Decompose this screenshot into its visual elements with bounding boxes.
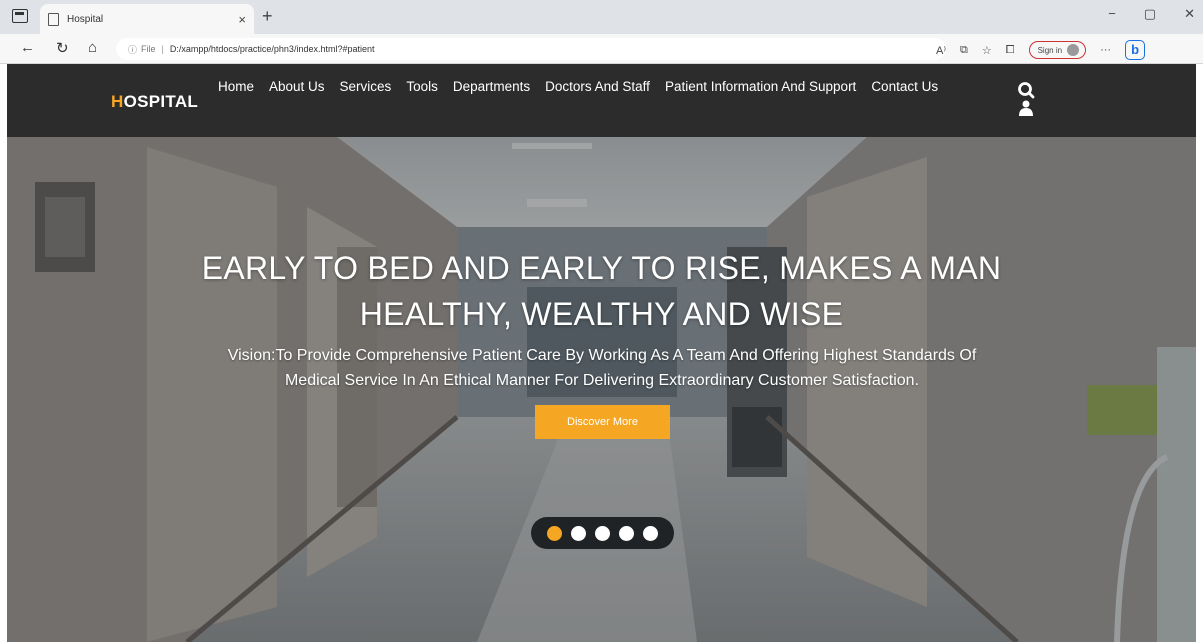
nav-contact-us[interactable]: Contact Us [871,78,938,95]
nav-tools[interactable]: Tools [406,78,438,95]
logo-text: OSPITAL [123,92,199,111]
browser-tab-bar: Hospital × + − ▢ ✕ [0,0,1203,34]
url-separator: | [161,44,164,54]
new-tab-icon[interactable]: + [262,6,273,27]
browser-toolbar: A⁾ ⧉ ☆ ⧠ Sign in ··· b [936,40,1146,60]
nav-home[interactable]: Home [218,78,254,95]
hero-vision-line-1: Vision:To Provide Comprehensive Patient … [227,347,977,364]
page-icon [48,12,59,26]
tab-close-icon[interactable]: × [238,12,246,27]
url-text[interactable]: D:/xampp/htdocs/practice/phn3/index.html… [170,44,375,54]
sign-in-label: Sign in [1037,45,1063,55]
tab-title: Hospital [67,13,104,25]
address-bar-row: ← ↻ ⌂ ⓘ File | D:/xampp/htdocs/practice/… [0,34,1203,64]
site-logo[interactable]: HOSPITAL [111,92,198,112]
nav-doctors-and-staff[interactable]: Doctors And Staff [545,78,650,95]
hero-title-line-1: EARLY TO BED AND EARLY TO RISE, MAKES A … [201,250,1002,286]
hero-title-line-2: HEALTHY, WEALTHY AND WISE [359,296,844,332]
collections-icon[interactable]: ⧠ [1006,44,1015,57]
bing-icon[interactable]: b [1125,40,1146,60]
read-aloud-icon[interactable]: A⁾ [936,44,946,57]
slider-dot-3[interactable] [595,525,610,541]
url-scheme: File [141,44,156,54]
site-info-icon[interactable]: ⓘ [128,43,137,56]
logo-accent-letter: H [111,92,124,111]
hero-vision-line-2: Medical Service In An Ethical Manner For… [284,372,920,389]
window-controls: − ▢ ✕ [1108,6,1195,22]
slider-dot-2[interactable] [571,525,586,541]
more-icon[interactable]: ··· [1100,44,1111,56]
site-header: HOSPITAL Home About Us Services Tools De… [7,64,1196,137]
back-icon[interactable]: ← [20,39,35,56]
minimize-icon[interactable]: − [1108,6,1116,22]
hero-vision-text: Vision:To Provide Comprehensive Patient … [107,343,1097,393]
nav-patient-information[interactable]: Patient Information And Support [665,78,856,95]
slider-dot-1[interactable] [547,525,562,541]
nav-about-us[interactable]: About Us [269,78,325,95]
main-nav: Home About Us Services Tools Departments… [218,78,978,95]
sign-in-button[interactable]: Sign in [1028,41,1087,59]
refresh-icon[interactable]: ↻ [56,39,69,57]
browser-tab[interactable]: Hospital × [40,4,254,34]
hero-title: EARLY TO BED AND EARLY TO RISE, MAKES A … [7,245,1196,337]
slider-dot-4[interactable] [619,525,634,541]
slider-dots [531,517,674,549]
app-available-icon[interactable]: ⧉ [960,44,968,57]
discover-more-button[interactable]: Discover More [535,405,670,439]
close-window-icon[interactable]: ✕ [1184,6,1195,22]
favorites-icon[interactable]: ☆ [982,44,992,57]
web-page: HOSPITAL Home About Us Services Tools De… [7,64,1196,642]
nav-services[interactable]: Services [340,78,392,95]
slider-dot-5[interactable] [643,525,658,541]
hero-slider: EARLY TO BED AND EARLY TO RISE, MAKES A … [7,137,1196,642]
address-bar[interactable]: ⓘ File | D:/xampp/htdocs/practice/phn3/i… [116,38,946,60]
user-search-icon[interactable] [1017,82,1035,120]
avatar-icon [1067,44,1080,56]
home-icon[interactable]: ⌂ [88,39,97,56]
tab-actions-icon[interactable] [12,9,28,23]
restore-icon[interactable]: ▢ [1144,6,1156,22]
nav-departments[interactable]: Departments [453,78,530,95]
